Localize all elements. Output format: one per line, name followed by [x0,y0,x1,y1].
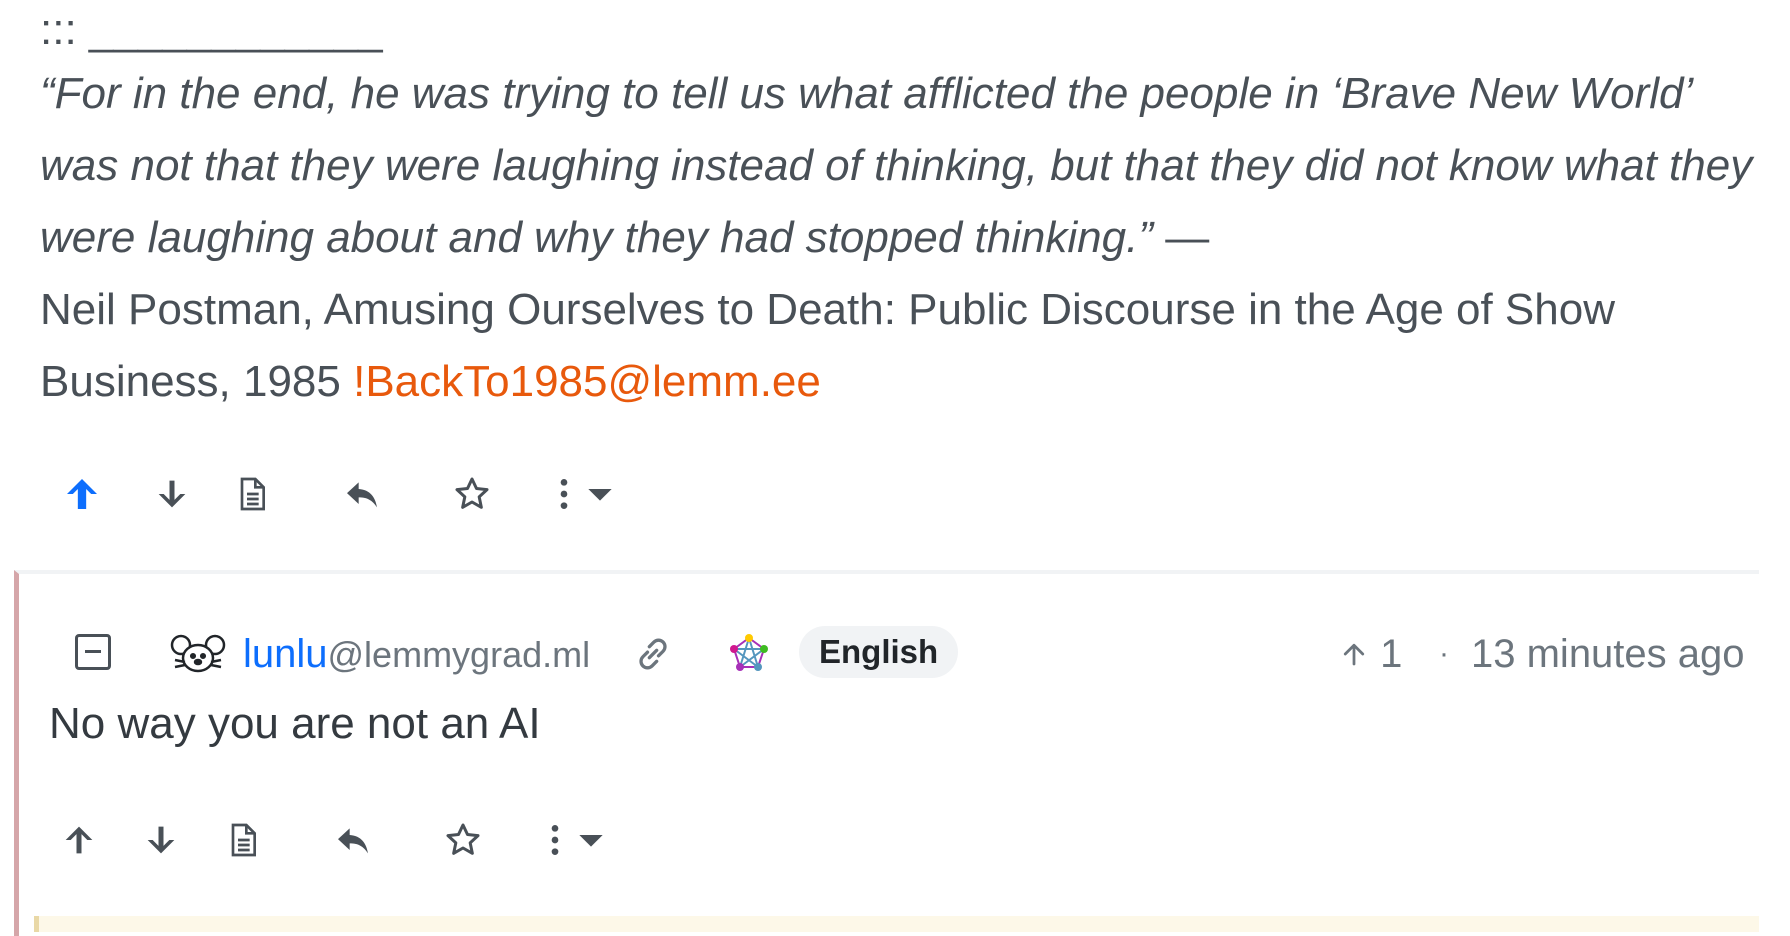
reply-icon [347,482,377,508]
dropdown-toggle[interactable] [580,464,620,524]
star-icon [446,823,480,855]
comment-header: lunlu@lemmygrad.ml English 1 · 13 minute… [19,624,1759,684]
arrow-up-icon [65,826,93,854]
comment: lunlu@lemmygrad.ml English 1 · 13 minute… [14,570,1759,936]
comment-score: 1 [1339,628,1402,680]
more-options-button[interactable] [535,810,575,870]
quote-attribution: Neil Postman, Amusing Ourselves to Death… [40,285,1615,406]
arrow-down-icon [147,826,175,854]
arrow-down-icon [158,480,186,508]
document-icon [240,477,265,511]
comment-time: 13 minutes ago [1471,632,1745,676]
upvote-button[interactable] [49,810,109,870]
score-value: 1 [1380,632,1403,676]
caret-down-icon [588,489,612,501]
more-vertical-icon [560,479,568,509]
collapse-icon[interactable] [75,634,111,670]
language-badge: English [799,626,959,678]
reply-button[interactable] [323,810,383,870]
next-comment-edge [34,916,1759,932]
post-body: ::: ____________ “For in the end, he was… [40,0,1760,418]
quote-italic-text: “For in the end, he was trying to tell u… [40,69,1753,262]
quote-paragraph: “For in the end, he was trying to tell u… [40,58,1760,418]
avatar-icon [170,634,226,673]
arrow-up-icon [67,479,97,509]
downvote-button[interactable] [142,464,202,524]
separator-line: ::: ____________ [40,5,383,54]
caret-down-icon [579,835,603,847]
comment-body: No way you are not an AI [49,699,541,748]
upvote-button[interactable] [52,464,112,524]
arrow-up-icon [1343,643,1365,666]
reply-button[interactable] [332,464,392,524]
post-action-bar [40,464,740,524]
view-source-button[interactable] [213,810,273,870]
comment-action-bar [49,810,749,870]
view-source-button[interactable] [222,464,282,524]
reply-icon [338,828,368,854]
community-link[interactable]: !BackTo1985@lemm.ee [353,357,821,406]
separator-dot: · [1439,637,1449,670]
fediverse-icon[interactable] [727,632,771,676]
comment-author[interactable]: lunlu@lemmygrad.ml [243,630,590,679]
user-instance: @lemmygrad.ml [327,634,591,675]
save-button[interactable] [433,810,493,870]
link-icon[interactable] [631,632,675,676]
more-vertical-icon [551,825,559,855]
document-icon [231,823,256,857]
username[interactable]: lunlu [243,632,328,676]
star-icon [455,477,489,509]
dropdown-toggle[interactable] [571,810,611,870]
quote-dash: — [1153,213,1210,262]
downvote-button[interactable] [131,810,191,870]
save-button[interactable] [442,464,502,524]
more-options-button[interactable] [544,464,584,524]
